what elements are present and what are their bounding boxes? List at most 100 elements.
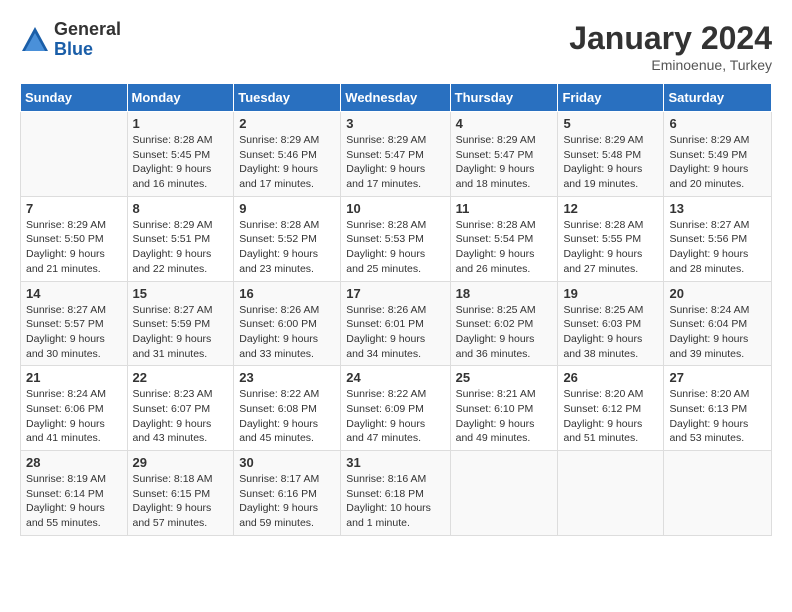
day-number: 26	[563, 370, 658, 385]
calendar-cell	[21, 112, 128, 197]
day-info: Sunrise: 8:22 AMSunset: 6:08 PMDaylight:…	[239, 387, 335, 446]
calendar-cell: 26 Sunrise: 8:20 AMSunset: 6:12 PMDayligh…	[558, 366, 664, 451]
week-row-1: 1 Sunrise: 8:28 AMSunset: 5:45 PMDaylight…	[21, 112, 772, 197]
calendar-cell: 1 Sunrise: 8:28 AMSunset: 5:45 PMDaylight…	[127, 112, 234, 197]
day-number: 1	[133, 116, 229, 131]
calendar-cell: 15 Sunrise: 8:27 AMSunset: 5:59 PMDayligh…	[127, 281, 234, 366]
calendar-cell: 12 Sunrise: 8:28 AMSunset: 5:55 PMDayligh…	[558, 196, 664, 281]
day-number: 13	[669, 201, 766, 216]
logo-general-text: General	[54, 20, 121, 40]
day-number: 8	[133, 201, 229, 216]
calendar-cell: 17 Sunrise: 8:26 AMSunset: 6:01 PMDayligh…	[341, 281, 450, 366]
calendar-cell: 30Sunrise: 8:17 AMSunset: 6:16 PMDayligh…	[234, 451, 341, 536]
calendar-header: SundayMondayTuesdayWednesdayThursdayFrid…	[21, 84, 772, 112]
calendar-cell: 4 Sunrise: 8:29 AMSunset: 5:47 PMDaylight…	[450, 112, 558, 197]
day-number: 10	[346, 201, 444, 216]
day-info: Sunrise: 8:28 AMSunset: 5:55 PMDaylight:…	[563, 218, 658, 277]
calendar-cell: 18Sunrise: 8:25 AMSunset: 6:02 PMDayligh…	[450, 281, 558, 366]
calendar-cell: 23 Sunrise: 8:22 AMSunset: 6:08 PMDayligh…	[234, 366, 341, 451]
logo-icon	[20, 25, 50, 55]
day-header-wednesday: Wednesday	[341, 84, 450, 112]
calendar-cell: 28 Sunrise: 8:19 AMSunset: 6:14 PMDayligh…	[21, 451, 128, 536]
logo: General Blue	[20, 20, 121, 60]
calendar-cell: 9 Sunrise: 8:28 AMSunset: 5:52 PMDaylight…	[234, 196, 341, 281]
day-number: 19	[563, 286, 658, 301]
location-subtitle: Eminoenue, Turkey	[569, 57, 772, 73]
day-info: Sunrise: 8:28 AMSunset: 5:45 PMDaylight:…	[133, 133, 229, 192]
day-number: 9	[239, 201, 335, 216]
day-number: 24	[346, 370, 444, 385]
day-number: 4	[456, 116, 553, 131]
logo-blue-text: Blue	[54, 40, 121, 60]
calendar-cell: 5 Sunrise: 8:29 AMSunset: 5:48 PMDaylight…	[558, 112, 664, 197]
calendar-cell: 2Sunrise: 8:29 AMSunset: 5:46 PMDaylight…	[234, 112, 341, 197]
day-number: 29	[133, 455, 229, 470]
day-number: 11	[456, 201, 553, 216]
day-number: 6	[669, 116, 766, 131]
calendar-cell: 21 Sunrise: 8:24 AMSunset: 6:06 PMDayligh…	[21, 366, 128, 451]
day-info: Sunrise: 8:29 AMSunset: 5:50 PMDaylight:…	[26, 218, 122, 277]
day-number: 5	[563, 116, 658, 131]
day-info: Sunrise: 8:20 AMSunset: 6:13 PMDaylight:…	[669, 387, 766, 446]
calendar-cell: 20 Sunrise: 8:24 AMSunset: 6:04 PMDayligh…	[664, 281, 772, 366]
day-number: 28	[26, 455, 122, 470]
day-header-monday: Monday	[127, 84, 234, 112]
title-area: January 2024 Eminoenue, Turkey	[569, 20, 772, 73]
day-info: Sunrise: 8:29 AMSunset: 5:51 PMDaylight:…	[133, 218, 229, 277]
calendar-cell: 19 Sunrise: 8:25 AMSunset: 6:03 PMDayligh…	[558, 281, 664, 366]
month-title: January 2024	[569, 20, 772, 57]
day-info: Sunrise: 8:27 AMSunset: 5:56 PMDaylight:…	[669, 218, 766, 277]
calendar-cell: 6 Sunrise: 8:29 AMSunset: 5:49 PMDaylight…	[664, 112, 772, 197]
day-info: Sunrise: 8:22 AMSunset: 6:09 PMDaylight:…	[346, 387, 444, 446]
day-info: Sunrise: 8:26 AMSunset: 6:01 PMDaylight:…	[346, 303, 444, 362]
day-number: 27	[669, 370, 766, 385]
day-info: Sunrise: 8:21 AMSunset: 6:10 PMDaylight:…	[456, 387, 553, 446]
day-info: Sunrise: 8:28 AMSunset: 5:52 PMDaylight:…	[239, 218, 335, 277]
calendar-cell: 31Sunrise: 8:16 AMSunset: 6:18 PMDayligh…	[341, 451, 450, 536]
day-number: 14	[26, 286, 122, 301]
calendar-cell: 27 Sunrise: 8:20 AMSunset: 6:13 PMDayligh…	[664, 366, 772, 451]
day-header-friday: Friday	[558, 84, 664, 112]
day-number: 3	[346, 116, 444, 131]
calendar-cell: 11Sunrise: 8:28 AMSunset: 5:54 PMDayligh…	[450, 196, 558, 281]
calendar-cell: 25 Sunrise: 8:21 AMSunset: 6:10 PMDayligh…	[450, 366, 558, 451]
day-number: 22	[133, 370, 229, 385]
day-number: 23	[239, 370, 335, 385]
day-number: 31	[346, 455, 444, 470]
day-info: Sunrise: 8:25 AMSunset: 6:02 PMDaylight:…	[456, 303, 553, 362]
day-info: Sunrise: 8:29 AMSunset: 5:48 PMDaylight:…	[563, 133, 658, 192]
day-number: 17	[346, 286, 444, 301]
day-info: Sunrise: 8:27 AMSunset: 5:59 PMDaylight:…	[133, 303, 229, 362]
day-header-saturday: Saturday	[664, 84, 772, 112]
calendar-cell	[450, 451, 558, 536]
week-row-2: 7 Sunrise: 8:29 AMSunset: 5:50 PMDaylight…	[21, 196, 772, 281]
day-number: 7	[26, 201, 122, 216]
calendar-cell	[664, 451, 772, 536]
day-info: Sunrise: 8:26 AMSunset: 6:00 PMDaylight:…	[239, 303, 335, 362]
day-info: Sunrise: 8:24 AMSunset: 6:04 PMDaylight:…	[669, 303, 766, 362]
day-info: Sunrise: 8:25 AMSunset: 6:03 PMDaylight:…	[563, 303, 658, 362]
day-info: Sunrise: 8:29 AMSunset: 5:49 PMDaylight:…	[669, 133, 766, 192]
day-number: 15	[133, 286, 229, 301]
day-number: 20	[669, 286, 766, 301]
calendar-cell: 7 Sunrise: 8:29 AMSunset: 5:50 PMDaylight…	[21, 196, 128, 281]
day-number: 25	[456, 370, 553, 385]
calendar-cell: 24 Sunrise: 8:22 AMSunset: 6:09 PMDayligh…	[341, 366, 450, 451]
calendar-cell: 14 Sunrise: 8:27 AMSunset: 5:57 PMDayligh…	[21, 281, 128, 366]
calendar-cell: 16Sunrise: 8:26 AMSunset: 6:00 PMDayligh…	[234, 281, 341, 366]
calendar-cell: 13 Sunrise: 8:27 AMSunset: 5:56 PMDayligh…	[664, 196, 772, 281]
day-info: Sunrise: 8:24 AMSunset: 6:06 PMDaylight:…	[26, 387, 122, 446]
day-number: 21	[26, 370, 122, 385]
week-row-3: 14 Sunrise: 8:27 AMSunset: 5:57 PMDayligh…	[21, 281, 772, 366]
day-info: Sunrise: 8:28 AMSunset: 5:53 PMDaylight:…	[346, 218, 444, 277]
day-info: Sunrise: 8:18 AMSunset: 6:15 PMDaylight:…	[133, 472, 229, 531]
day-info: Sunrise: 8:20 AMSunset: 6:12 PMDaylight:…	[563, 387, 658, 446]
page-header: General Blue January 2024 Eminoenue, Tur…	[20, 20, 772, 73]
calendar-cell: 29 Sunrise: 8:18 AMSunset: 6:15 PMDayligh…	[127, 451, 234, 536]
day-info: Sunrise: 8:29 AMSunset: 5:47 PMDaylight:…	[456, 133, 553, 192]
day-number: 30	[239, 455, 335, 470]
day-number: 12	[563, 201, 658, 216]
day-info: Sunrise: 8:27 AMSunset: 5:57 PMDaylight:…	[26, 303, 122, 362]
day-info: Sunrise: 8:19 AMSunset: 6:14 PMDaylight:…	[26, 472, 122, 531]
calendar-table: SundayMondayTuesdayWednesdayThursdayFrid…	[20, 83, 772, 536]
